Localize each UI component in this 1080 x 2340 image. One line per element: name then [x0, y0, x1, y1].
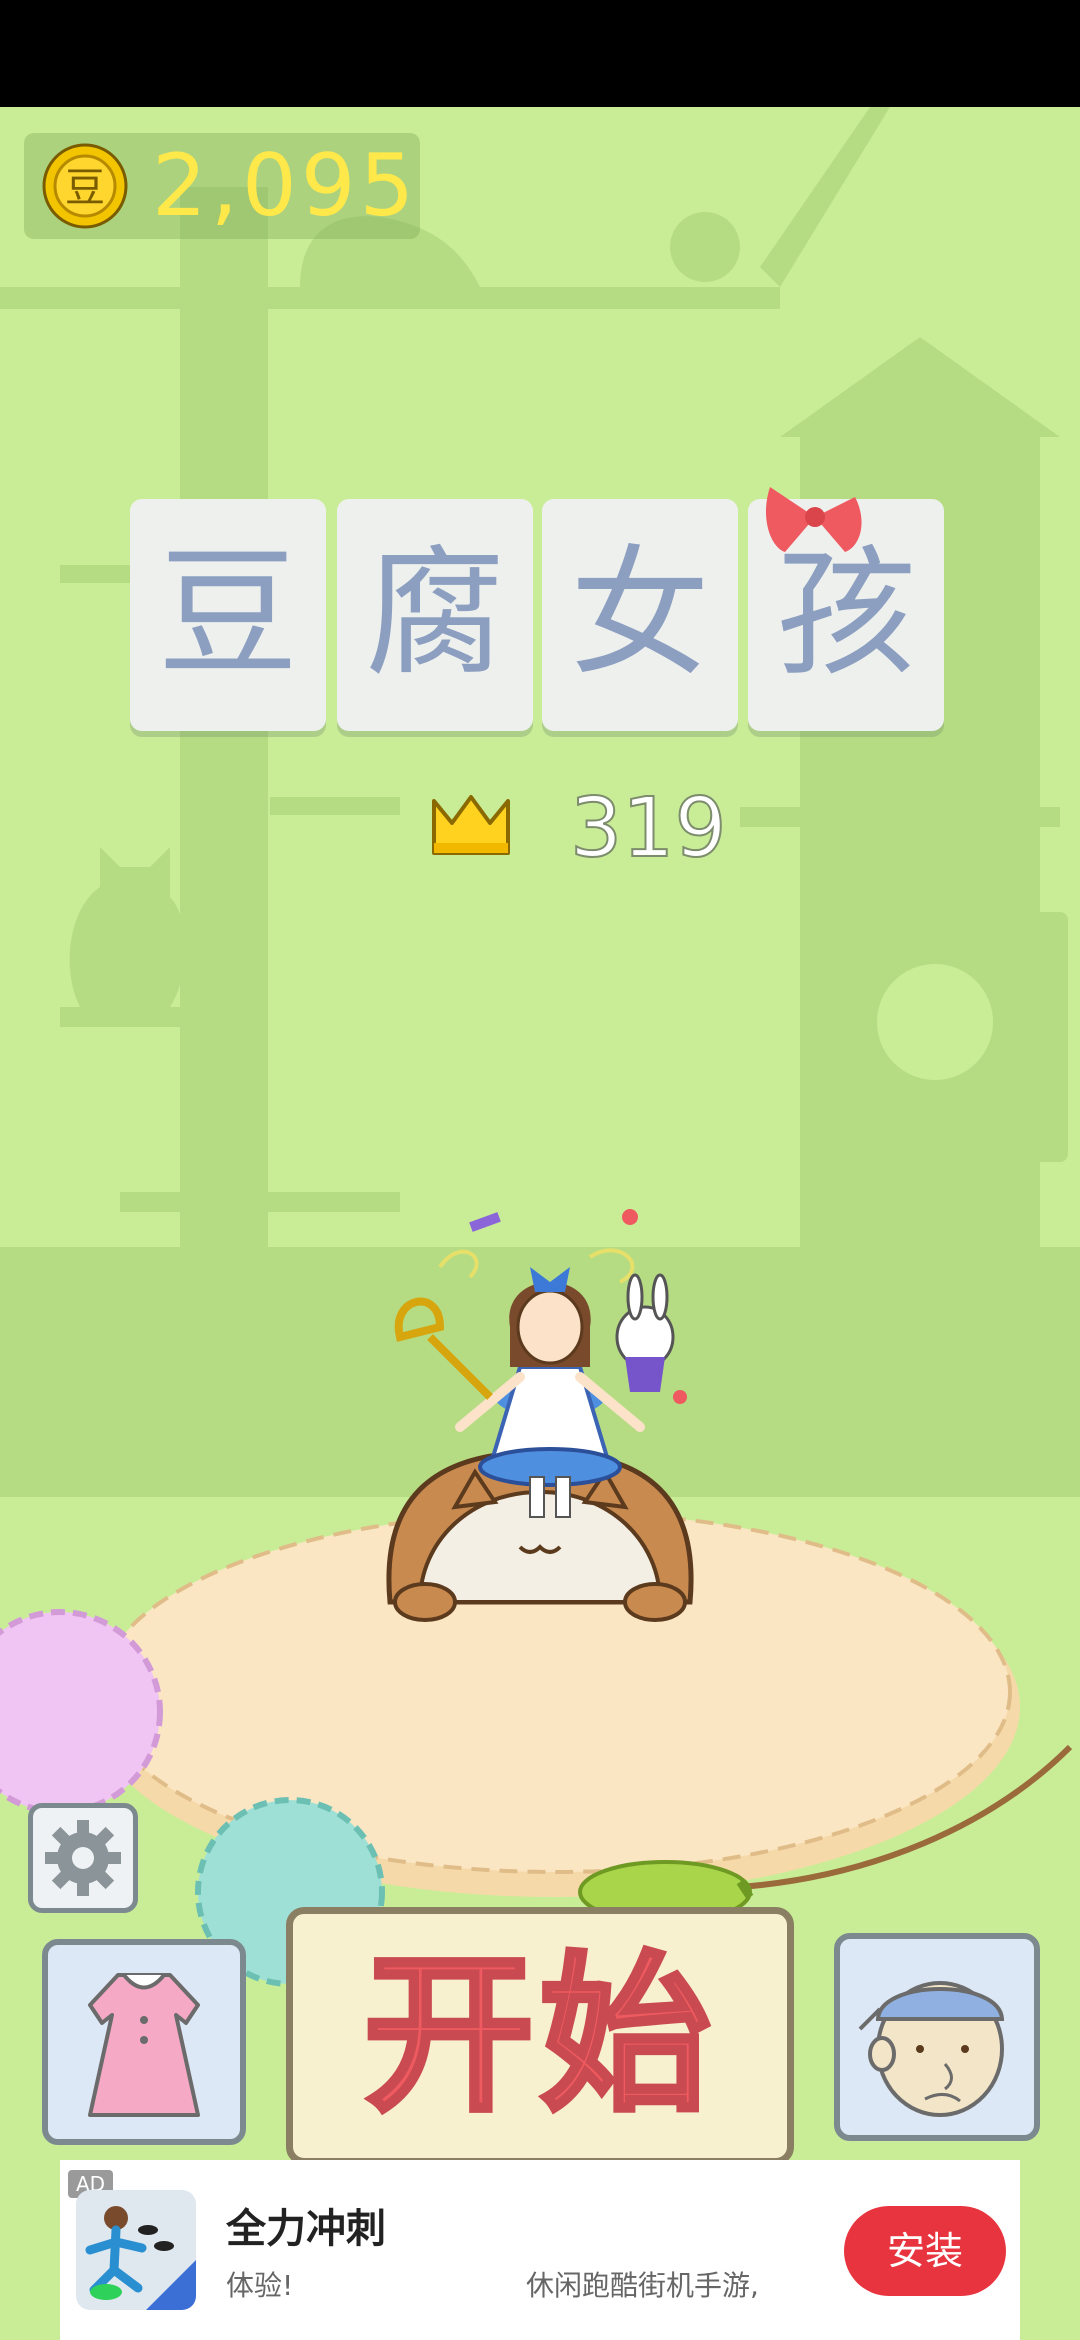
start-button[interactable]: 开始 — [286, 1907, 794, 2165]
start-button-label: 开始 — [361, 1935, 716, 2138]
ad-subtitle: 体验! 休闲跑酷街机手游, — [226, 2264, 886, 2304]
ad-title: 全力冲刺 — [226, 2206, 386, 2252]
crown-icon — [432, 795, 510, 855]
ad-install-button[interactable]: 安装 — [844, 2206, 1006, 2296]
character-face-icon — [858, 1981, 1005, 2117]
title-tile-3: 女 — [542, 499, 738, 731]
ad-app-icon[interactable] — [76, 2190, 196, 2310]
pink-pompom — [0, 1609, 163, 1815]
dress-icon — [88, 1973, 200, 2117]
coin-counter: 豆 2,095 — [24, 133, 420, 239]
ad-subtitle-right: 休闲跑酷街机手游, — [526, 2269, 759, 2302]
coin-icon: 豆 — [42, 143, 128, 229]
status-bar — [0, 0, 1080, 107]
gear-icon — [45, 1820, 121, 1896]
alice-character-icon — [394, 1209, 687, 1518]
game-scene: 豆 2,095 豆 腐 女 孩 319 开始 — [0, 107, 1080, 2340]
crown-score: 319 — [430, 779, 730, 879]
coin-count: 2,095 — [152, 136, 419, 236]
ad-banner[interactable]: AD 全力冲刺 体验! 休闲跑酷街机手游, 安装 — [60, 2160, 1020, 2340]
title-tile-1: 豆 — [130, 499, 326, 731]
ribbon-bow-icon — [765, 487, 862, 552]
ad-subtitle-left: 体验! — [226, 2269, 294, 2302]
title-char-2: 腐 — [364, 533, 505, 696]
crown-score-value: 319 — [569, 780, 728, 877]
character-button[interactable] — [834, 1933, 1040, 2141]
wardrobe-button[interactable] — [42, 1939, 246, 2145]
settings-button[interactable] — [28, 1803, 138, 1913]
title-tile-2: 腐 — [337, 499, 533, 731]
title-char-3: 女 — [569, 533, 710, 696]
title-char-1: 豆 — [157, 533, 298, 696]
coin-icon-glyph: 豆 — [65, 165, 105, 211]
